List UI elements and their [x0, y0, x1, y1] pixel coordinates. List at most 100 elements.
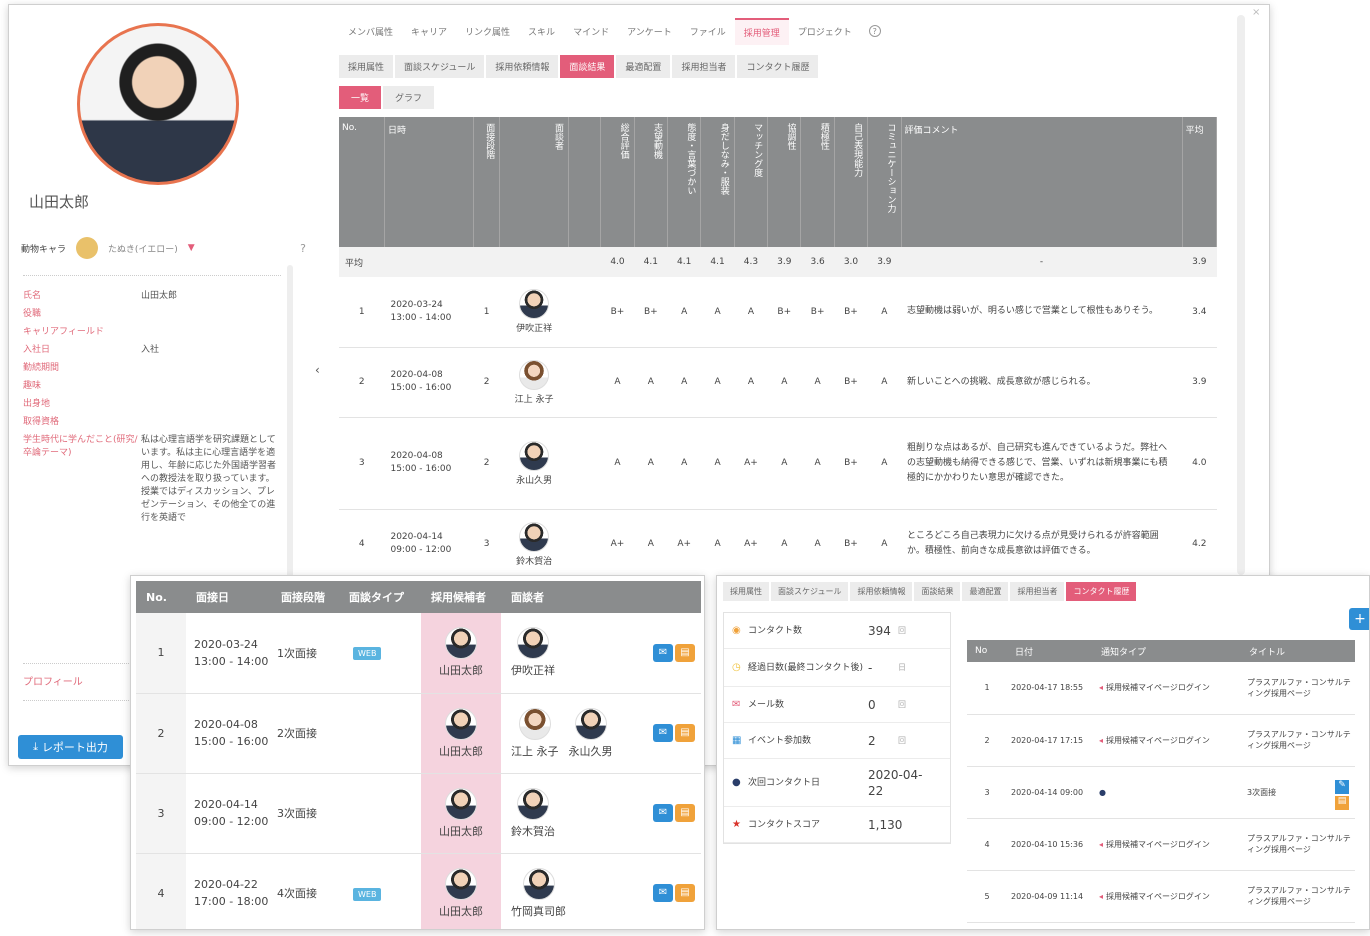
chevron-down-icon[interactable]: ▼: [188, 243, 195, 253]
profile-link[interactable]: プロフィール: [23, 673, 83, 688]
row-interviewer[interactable]: 江上 永子: [500, 347, 569, 417]
table-row[interactable]: 2 2020-04-17 17:15 ◂ 採用候補マイページログイン プラスアルファ・コ…: [967, 714, 1355, 766]
schedule-candidate[interactable]: 山田太郎: [421, 773, 501, 853]
close-icon[interactable]: ×: [1252, 7, 1260, 18]
tab-0[interactable]: メンバ属性: [339, 19, 402, 44]
contact-title: プラスアルファ・コンサルティング採用ページ: [1247, 886, 1351, 906]
scrollbar[interactable]: [287, 265, 293, 585]
average-score: 4.1: [677, 257, 692, 267]
table-row[interactable]: 2 2020-04-08 15:00 - 16:00 2 江上 永子 A A A A A A A B+ A…: [339, 347, 1217, 417]
subtab-5[interactable]: 採用担当者: [672, 55, 736, 78]
row-interviewer[interactable]: 永山久男: [500, 417, 569, 509]
interviewer[interactable]: 鈴木賀治: [511, 787, 555, 839]
results-header-cell: 志望動機: [634, 117, 669, 247]
contact-subtab-5[interactable]: 採用担当者: [1010, 582, 1065, 601]
collapse-arrow-icon[interactable]: ‹: [315, 363, 320, 377]
document-icon[interactable]: ▤: [675, 643, 695, 662]
contact-subtab-2[interactable]: 採用依頼情報: [850, 582, 913, 601]
table-row[interactable]: 1 2020-03-24 13:00 - 14:00 1 伊吹正祥 B+ B+ A A A B+ B+…: [339, 277, 1217, 347]
contact-subtab-3[interactable]: 面談結果: [914, 582, 961, 601]
profile-field-label: 勤続期間: [23, 363, 60, 373]
document-icon[interactable]: ▤: [675, 724, 695, 742]
contact-subtab-1[interactable]: 面談スケジュール: [771, 582, 849, 601]
eye-icon: ◉: [732, 625, 741, 636]
schedule-candidate[interactable]: 山田太郎: [421, 613, 501, 693]
subtab-3[interactable]: 面談結果: [560, 55, 615, 78]
document-icon[interactable]: ▤: [675, 884, 695, 902]
subtab-2[interactable]: 採用依頼情報: [486, 55, 559, 78]
stat-value: 2020-04-22: [868, 767, 923, 798]
tab-7[interactable]: 採用管理: [734, 17, 789, 45]
view-tab-0[interactable]: 一覧: [339, 86, 382, 109]
subtab-1[interactable]: 面談スケジュール: [395, 55, 485, 78]
interviewer[interactable]: 伊吹正祥: [511, 627, 555, 678]
subtab-4[interactable]: 最適配置: [616, 55, 671, 78]
row-interviewer[interactable]: 鈴木賀治: [500, 509, 569, 577]
mail-icon[interactable]: ✉: [653, 804, 673, 822]
table-row[interactable]: 4 2020-04-14 09:00 - 12:00 3 鈴木賀治 A+ A A+ A A+ A A B…: [339, 509, 1217, 577]
subtab-0[interactable]: 採用属性: [339, 55, 394, 78]
table-row[interactable]: 4 2020-04-10 15:36 ◂ 採用候補マイページログイン プラスアルファ・コ…: [967, 818, 1355, 870]
tab-1[interactable]: キャリア: [402, 19, 456, 44]
score-cell: A: [881, 458, 888, 468]
contact-date: 2020-04-09 11:14: [1011, 891, 1084, 901]
profile-field: 氏名 山田太郎: [23, 290, 281, 303]
contact-subtab-4[interactable]: 最適配置: [962, 582, 1009, 601]
interviewer[interactable]: 江上 永子: [511, 707, 559, 759]
table-row[interactable]: 3 2020-04-14 09:00 - 12:00 3次面接 山田太郎 鈴木賀治 ✉ ▤: [136, 773, 701, 853]
mail-icon[interactable]: ✉: [653, 724, 673, 742]
tab-5[interactable]: アンケート: [618, 19, 681, 44]
schedule-window: No. 面接日 面接段階 面談タイプ 採用候補者 面談者 1 2020-03-24 13:00 …: [130, 575, 705, 930]
contact-subtab-6[interactable]: コンタクト履歴: [1066, 582, 1137, 601]
schedule-type: WEB: [339, 613, 421, 693]
score-cell: B+: [844, 306, 858, 317]
mail-icon[interactable]: ✉: [653, 884, 673, 902]
help-icon[interactable]: ?: [868, 25, 881, 37]
table-row[interactable]: 1 2020-04-17 18:55 ◂ 採用候補マイページログイン プラスアルファ・コ…: [967, 662, 1355, 714]
tab-2[interactable]: リンク属性: [456, 19, 519, 44]
login-icon: ◂: [1099, 891, 1104, 901]
results-header-cell: 評価コメント: [901, 117, 1183, 247]
tab-3[interactable]: スキル: [519, 19, 564, 44]
mail-icon[interactable]: ✉: [653, 643, 673, 662]
profile-field-value: [141, 362, 281, 375]
table-row[interactable]: 1 2020-03-24 13:00 - 14:00 1次面接 WEB 山田太郎 伊吹正祥 ✉…: [136, 613, 701, 693]
interviewer[interactable]: 永山久男: [569, 707, 613, 759]
table-row[interactable]: 3 2020-04-08 15:00 - 16:00 2 永山久男 A A A A A+ A A B+ A…: [339, 417, 1217, 509]
stat-row: ▦ イベント参加数 2 回: [724, 723, 950, 759]
tab-4[interactable]: マインド: [564, 19, 618, 44]
document-icon[interactable]: ▤: [1335, 796, 1349, 810]
main-scrollbar[interactable]: [1237, 15, 1245, 575]
edit-icon[interactable]: ✎: [1335, 780, 1349, 794]
row-no: 3: [358, 458, 365, 468]
table-row[interactable]: 2 2020-04-08 15:00 - 16:00 2次面接 山田太郎 江上 永子 永山久…: [136, 693, 701, 773]
average-score: 4.1: [643, 257, 658, 267]
contact-date: 2020-04-17 17:15: [1011, 735, 1084, 745]
contact-subtab-0[interactable]: 採用属性: [723, 582, 769, 601]
tab-6[interactable]: ファイル: [681, 19, 735, 44]
score-cell: A: [714, 377, 721, 387]
tab-8[interactable]: プロジェクト: [789, 19, 861, 44]
profile-field-label: 趣味: [23, 381, 42, 391]
view-tab-1[interactable]: グラフ: [383, 86, 435, 109]
interviewer[interactable]: 竹岡真司郎: [511, 867, 566, 919]
schedule-header-row: No. 面接日 面接段階 面談タイプ 採用候補者 面談者: [136, 581, 701, 613]
profile-field: 取得資格: [23, 416, 281, 429]
contact-date: 2020-04-14 09:00: [1011, 787, 1084, 797]
document-icon[interactable]: ▤: [675, 804, 695, 822]
login-icon: ◂: [1099, 735, 1104, 745]
schedule-candidate[interactable]: 山田太郎: [421, 853, 501, 929]
row-interviewer[interactable]: 伊吹正祥: [500, 277, 569, 347]
avatar: [445, 707, 477, 740]
schedule-candidate[interactable]: 山田太郎: [421, 693, 501, 773]
blank-cell: [568, 509, 600, 577]
report-button[interactable]: ⤓ レポート出力: [18, 735, 123, 759]
add-button[interactable]: +: [1349, 608, 1369, 630]
row-average: 3.4: [1192, 306, 1207, 317]
table-row[interactable]: 5 2020-04-09 11:14 ◂ 採用候補マイページログイン プラスアルファ・コ…: [967, 870, 1355, 922]
table-row[interactable]: 3 2020-04-14 09:00 ● 3次面接: [967, 766, 1355, 818]
help-icon[interactable]: ?: [300, 242, 306, 255]
score-cell: A+: [677, 539, 692, 549]
subtab-6[interactable]: コンタクト履歴: [737, 55, 819, 78]
table-row[interactable]: 4 2020-04-22 17:00 - 18:00 4次面接 WEB 山田太郎 竹岡真司郎…: [136, 853, 701, 929]
